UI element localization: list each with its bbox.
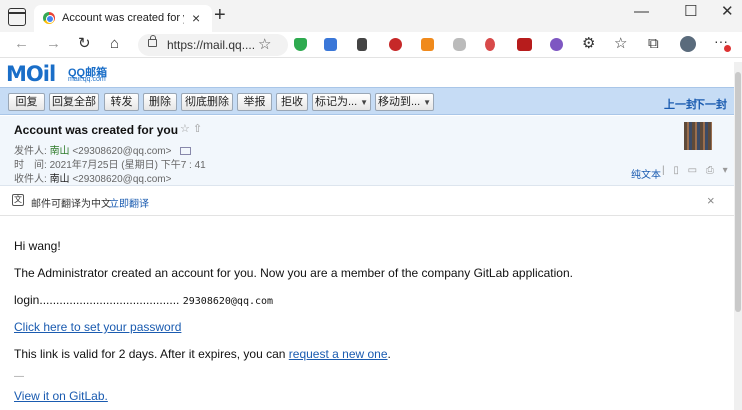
mail-toolbar: 回复 回复全部 转发 删除 彻底删除 举报 拒收 标记为... ▼ 移动到... ▼… bbox=[0, 87, 742, 115]
delete-permanently-button[interactable]: 彻底删除 bbox=[181, 93, 233, 111]
signature-separator: — bbox=[14, 371, 24, 382]
mail-subject: Account was created for you bbox=[14, 123, 179, 137]
contact-card-icon[interactable] bbox=[180, 147, 192, 156]
mail-header: MOil QQ邮箱 mail.qq.com bbox=[0, 57, 742, 87]
to-email: <29308620@qq.com> bbox=[72, 174, 172, 185]
login-row: login...................................… bbox=[14, 293, 273, 307]
qq-mail-logo[interactable]: MOil bbox=[6, 62, 56, 86]
request-new-link[interactable]: request a new one bbox=[289, 347, 388, 361]
to-row: 收件人: 南山 <29308620@qq.com> bbox=[14, 170, 171, 185]
mouse-extension-icon[interactable] bbox=[453, 38, 466, 51]
plain-text-link[interactable]: 纯文本 bbox=[631, 166, 661, 181]
extensions-puzzle-icon[interactable]: ⚙ bbox=[582, 35, 595, 52]
profile-avatar[interactable] bbox=[680, 36, 696, 52]
maximize-icon[interactable]: ☐ bbox=[684, 4, 697, 20]
validity-text: This link is valid for 2 days. After it … bbox=[14, 347, 289, 361]
translate-bar: 文 邮件可翻译为中文 立即翻译 × bbox=[0, 187, 742, 216]
chart-extension-icon[interactable] bbox=[517, 38, 532, 51]
password-row: Click here to set your password bbox=[14, 320, 181, 334]
back-icon[interactable]: ← bbox=[14, 35, 29, 52]
mark-as-label: 标记为... bbox=[314, 96, 358, 108]
move-to-dropdown[interactable]: 移动到... ▼ bbox=[375, 93, 434, 111]
browser-tab-active[interactable]: Account was created for you - Q × bbox=[34, 5, 212, 32]
chevron-down-icon: ▼ bbox=[423, 98, 432, 107]
next-mail-link[interactable]: 下一封 bbox=[694, 96, 727, 112]
forward-button[interactable]: 转发 bbox=[104, 93, 139, 111]
greeting: Hi wang! bbox=[14, 239, 61, 253]
translate-text: 邮件可翻译为中文 bbox=[31, 199, 111, 210]
new-tab-icon[interactable]: + bbox=[214, 5, 226, 25]
to-label: 收件人: bbox=[14, 174, 47, 185]
bolt-extension-icon[interactable] bbox=[421, 38, 434, 51]
record-extension-icon[interactable] bbox=[389, 38, 402, 51]
translate-extension-icon[interactable] bbox=[324, 38, 337, 51]
intro-text: The Administrator created an account for… bbox=[14, 266, 573, 280]
view-on-gitlab-link[interactable]: View it on GitLab. bbox=[14, 389, 108, 403]
tool-extension-icon[interactable] bbox=[550, 38, 563, 51]
translate-icon: 文 bbox=[12, 194, 24, 206]
tab-close-icon[interactable]: × bbox=[192, 10, 200, 26]
favorite-star-icon[interactable]: ☆ bbox=[258, 35, 271, 53]
logo-domain: mail.qq.com bbox=[68, 76, 106, 83]
delete-button[interactable]: 删除 bbox=[143, 93, 177, 111]
sender-avatar[interactable] bbox=[684, 122, 712, 150]
time-row: 时 间: 2021年7月25日 (星期日) 下午7 : 41 bbox=[14, 156, 206, 171]
login-value: 29308620@qq.com bbox=[182, 296, 274, 307]
address-bar[interactable]: https://mail.qq.... ☆ bbox=[138, 34, 288, 56]
url-text[interactable]: https://mail.qq.... bbox=[167, 38, 255, 52]
notification-badge-icon bbox=[724, 45, 731, 52]
mark-as-dropdown[interactable]: 标记为... ▼ bbox=[312, 93, 371, 111]
reload-icon[interactable]: ↻ bbox=[78, 35, 91, 52]
reply-button[interactable]: 回复 bbox=[8, 93, 45, 111]
scrollbar-thumb[interactable] bbox=[735, 72, 741, 312]
lock-icon[interactable] bbox=[148, 35, 157, 47]
forward-icon[interactable]: → bbox=[46, 35, 61, 52]
browser-nav-bar: ← → ↻ ⌂ https://mail.qq.... ☆ ⚙ ☆ ⧉ ··· bbox=[0, 32, 742, 57]
message-tools-icon[interactable]: | ▯ ▭ ⎙ ▾ bbox=[662, 165, 731, 176]
validity-end: . bbox=[387, 347, 391, 361]
paragraph-extension-icon[interactable] bbox=[357, 38, 367, 51]
pen-extension-icon[interactable] bbox=[485, 38, 495, 51]
collections-icon[interactable]: ⧉ bbox=[648, 35, 659, 52]
from-row: 发件人: 南山 <29308620@qq.com> bbox=[14, 142, 192, 157]
window-close-icon[interactable]: ✕ bbox=[721, 4, 734, 20]
browser-tab-strip: Account was created for you - Q × + — ☐ … bbox=[0, 0, 742, 32]
page-scrollbar[interactable] bbox=[734, 62, 742, 410]
home-icon[interactable]: ⌂ bbox=[110, 35, 119, 52]
mail-body: Hi wang! The Administrator created an ac… bbox=[14, 216, 728, 410]
chevron-down-icon: ▼ bbox=[360, 98, 369, 107]
tab-actions-icon[interactable] bbox=[8, 8, 26, 26]
chrome-favicon-icon bbox=[43, 12, 55, 24]
tab-title: Account was created for you - Q bbox=[62, 12, 184, 24]
separator: | bbox=[662, 165, 668, 176]
to-name[interactable]: 南山 bbox=[50, 174, 70, 185]
set-password-link[interactable]: Click here to set your password bbox=[14, 320, 181, 334]
translate-now-link[interactable]: 立即翻译 bbox=[109, 195, 149, 210]
report-button[interactable]: 举报 bbox=[237, 93, 272, 111]
minimize-icon[interactable]: — bbox=[634, 4, 649, 20]
previous-mail-link[interactable]: 上一封 bbox=[664, 96, 697, 112]
reply-all-button[interactable]: 回复全部 bbox=[49, 93, 99, 111]
validity-row: This link is valid for 2 days. After it … bbox=[14, 347, 391, 361]
star-tag-icon[interactable]: ☆ ⇧ bbox=[180, 122, 202, 135]
login-label: login...................................… bbox=[14, 293, 180, 307]
reject-button[interactable]: 拒收 bbox=[276, 93, 308, 111]
close-icon[interactable]: × bbox=[707, 193, 715, 208]
gitlab-row: View it on GitLab. bbox=[14, 389, 108, 403]
favorites-icon[interactable]: ☆ bbox=[614, 35, 627, 52]
message-meta: Account was created for you ☆ ⇧ 发件人: 南山 … bbox=[0, 116, 742, 186]
shield-extension-icon[interactable] bbox=[294, 38, 307, 51]
move-to-label: 移动到... bbox=[377, 96, 421, 108]
